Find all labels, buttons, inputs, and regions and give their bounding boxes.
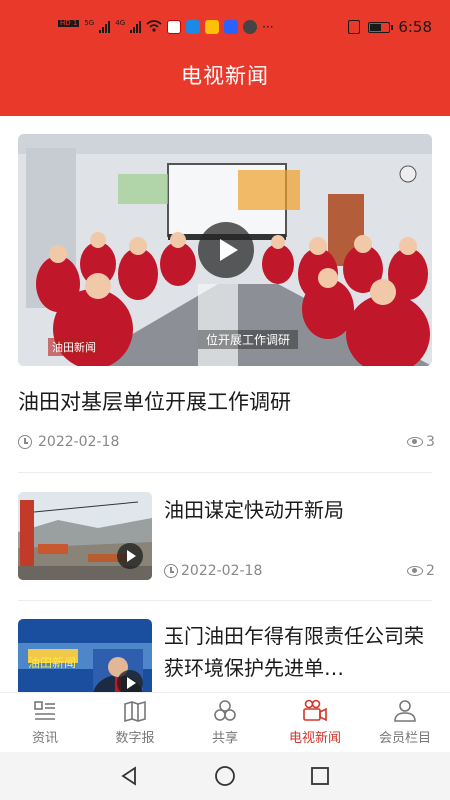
bottom-nav: 资讯 数字报 共享 电视新闻 会员栏目 <box>0 692 450 752</box>
book-icon <box>124 700 146 723</box>
nav-item-digital-paper[interactable]: 数字报 <box>90 693 180 752</box>
app-notification-icon <box>243 20 258 34</box>
video-caption: 位开展工作调研 <box>198 330 299 349</box>
list-item-title[interactable]: 油田谋定快动开新局 <box>164 494 424 526</box>
top-header: HD 1 5G 4G ··· 6:58 电视新闻 <box>0 0 450 116</box>
app-notification-icon <box>224 20 239 34</box>
play-icon[interactable] <box>117 543 143 569</box>
wifi-icon <box>146 19 162 35</box>
play-icon[interactable] <box>198 222 254 278</box>
divider <box>18 600 432 601</box>
page-title: 电视新闻 <box>181 64 269 88</box>
hero-headline[interactable]: 油田对基层单位开展工作调研 <box>18 386 291 416</box>
divider <box>18 472 432 473</box>
channel-logo: 油田新闻 <box>48 338 100 356</box>
back-icon[interactable] <box>120 766 140 786</box>
sim-label: HD 1 <box>58 18 80 27</box>
list-item-date: 2022-02-18 <box>164 563 262 579</box>
nav-label: 共享 <box>211 731 238 746</box>
share-circles-icon <box>214 700 236 721</box>
status-time: 6:58 <box>398 18 432 36</box>
list-item-views: 2 <box>407 563 435 579</box>
system-navigation-bar <box>0 752 450 800</box>
network-4g-label: 4G <box>115 18 126 27</box>
eye-icon <box>407 437 423 447</box>
nav-item-share[interactable]: 共享 <box>180 693 270 752</box>
news-list[interactable]: 油田新闻 位开展工作调研 油田对基层单位开展工作调研 2022-02-18 3 … <box>0 116 450 692</box>
date-text: 2022-02-18 <box>38 434 120 450</box>
video-camera-icon <box>303 699 327 722</box>
signal-icon-2 <box>130 21 142 33</box>
view-count: 2 <box>426 563 435 579</box>
signal-icon <box>99 21 111 33</box>
app-notification-icon <box>167 20 182 34</box>
view-count: 3 <box>426 434 435 450</box>
clock-icon <box>18 435 32 449</box>
hero-video-thumbnail[interactable]: 油田新闻 位开展工作调研 <box>18 134 432 366</box>
clock-icon <box>164 564 178 578</box>
vibrate-icon <box>348 20 361 34</box>
battery-icon <box>368 21 394 33</box>
list-icon <box>34 701 55 720</box>
list-item-title[interactable]: 玉门油田乍得有限责任公司荣获环境保护先进单… <box>164 620 424 684</box>
app-notification-icon <box>205 20 220 34</box>
nav-item-tv-news[interactable]: 电视新闻 <box>270 693 360 752</box>
nav-label: 电视新闻 <box>288 731 341 746</box>
hero-date: 2022-02-18 <box>18 434 119 450</box>
user-icon <box>394 700 416 722</box>
list-item-thumbnail[interactable]: 油田新闻 <box>18 619 152 692</box>
nav-label: 数字报 <box>115 731 155 746</box>
nav-label: 资讯 <box>31 731 58 746</box>
recents-icon[interactable] <box>310 766 330 786</box>
nav-item-member[interactable]: 会员栏目 <box>360 693 450 752</box>
home-icon[interactable] <box>214 765 236 787</box>
nav-item-news[interactable]: 资讯 <box>0 693 90 752</box>
status-bar: HD 1 5G 4G ··· 6:58 <box>0 0 450 54</box>
more-icon: ··· <box>262 20 274 34</box>
eye-icon <box>407 566 423 576</box>
nav-label: 会员栏目 <box>378 731 431 746</box>
play-icon[interactable] <box>117 670 143 692</box>
channel-logo: 油田新闻 <box>28 656 77 670</box>
date-text: 2022-02-18 <box>181 563 263 579</box>
list-item-thumbnail[interactable] <box>18 492 152 580</box>
network-5g-label: 5G <box>84 18 95 27</box>
app-notification-icon <box>186 20 201 34</box>
hero-views: 3 <box>407 434 435 450</box>
